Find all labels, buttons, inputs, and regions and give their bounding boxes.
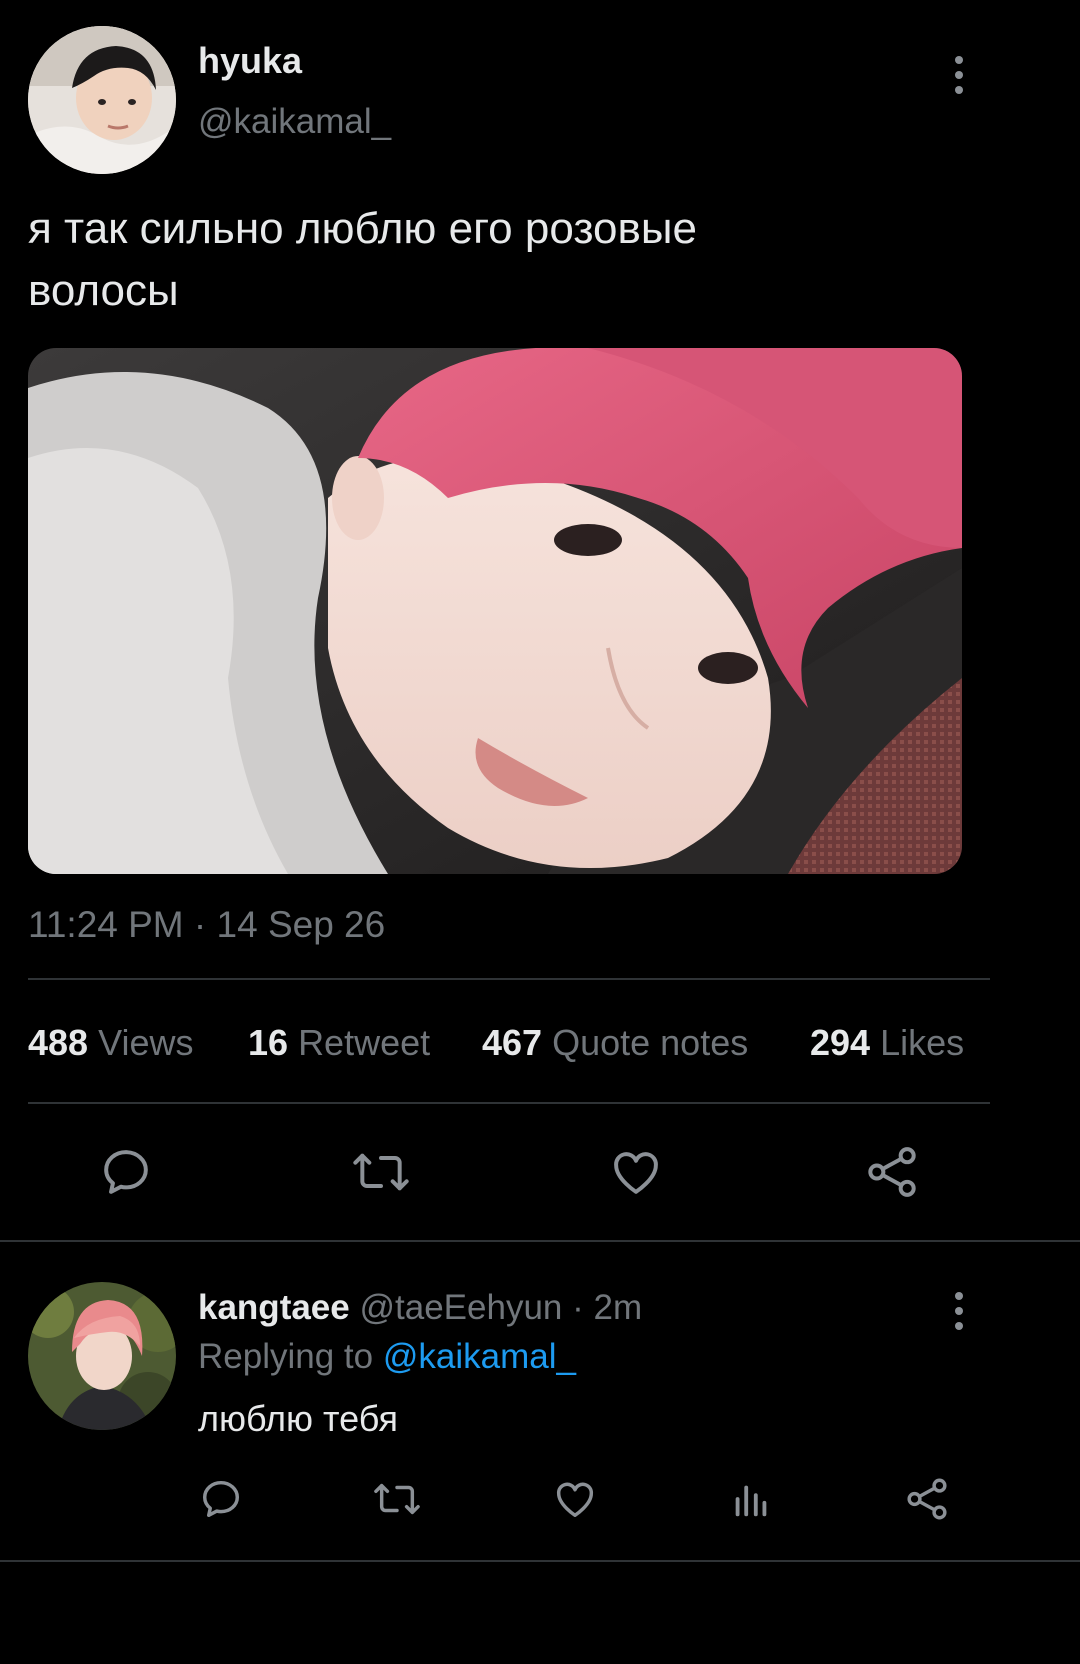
- section-divider: [0, 1240, 1080, 1242]
- share-icon: [907, 1478, 947, 1520]
- reply-share-button[interactable]: [904, 1476, 950, 1522]
- more-vertical-icon[interactable]: [953, 56, 965, 94]
- replying-to: Replying to @kaikamal_: [198, 1337, 576, 1377]
- tweet-timestamp[interactable]: 11:24 PM · 14 Sep 26: [28, 904, 385, 946]
- author-handle[interactable]: @kaikamal_: [198, 102, 391, 142]
- replying-to-label: Replying to: [198, 1337, 374, 1376]
- stat-label: Retweet: [298, 1022, 431, 1063]
- author-avatar-image: [28, 26, 176, 174]
- section-divider: [0, 1560, 1080, 1562]
- reply-time: · 2m: [572, 1288, 643, 1327]
- retweet-button[interactable]: [350, 1144, 412, 1200]
- stat-likes[interactable]: 294 Likes: [810, 1022, 964, 1064]
- reply-text: люблю тебя: [198, 1398, 399, 1439]
- reply-handle[interactable]: @taeEehyun: [359, 1288, 562, 1327]
- reply-display-name[interactable]: kangtaee: [198, 1288, 350, 1327]
- tweet-text-line: я так сильно люблю его розовые: [28, 204, 697, 253]
- portrait-photo: [28, 348, 962, 874]
- retweet-icon: [353, 1153, 409, 1191]
- stat-views[interactable]: 488 Views: [28, 1022, 193, 1064]
- author-display-name[interactable]: hyuka: [198, 40, 302, 82]
- reply-header: kangtaee @taeEehyun · 2m: [198, 1288, 642, 1328]
- reply-icon: [104, 1150, 148, 1194]
- reply-views-button[interactable]: [728, 1476, 774, 1522]
- stat-quotes[interactable]: 467 Quote notes: [482, 1022, 748, 1064]
- like-icon: [556, 1482, 594, 1518]
- share-icon: [868, 1147, 916, 1197]
- stat-label: Views: [98, 1022, 194, 1063]
- tweet-media-photo[interactable]: [28, 348, 962, 874]
- author-avatar[interactable]: [28, 26, 176, 174]
- stat-count: 16: [248, 1022, 289, 1063]
- reply-icon: [202, 1480, 240, 1518]
- share-button[interactable]: [864, 1144, 920, 1200]
- reply-reply-button[interactable]: [198, 1476, 244, 1522]
- reply-avatar-image: [28, 1282, 176, 1430]
- more-vertical-icon[interactable]: [953, 1292, 965, 1330]
- like-icon: [614, 1152, 658, 1194]
- replying-to-handle[interactable]: @kaikamal_: [383, 1337, 576, 1376]
- tweet-text: я так сильно люблю его розовые волосы: [28, 198, 697, 322]
- divider: [28, 978, 990, 980]
- like-button[interactable]: [608, 1144, 664, 1200]
- retweet-icon: [374, 1483, 420, 1515]
- stat-count: 294: [810, 1022, 871, 1063]
- reply-button[interactable]: [98, 1144, 154, 1200]
- stat-label: Likes: [880, 1022, 965, 1063]
- divider: [28, 1102, 990, 1104]
- tweet-text-line: волосы: [28, 266, 179, 315]
- stat-count: 488: [28, 1022, 89, 1063]
- stat-count: 467: [482, 1022, 543, 1063]
- reply-retweet-button[interactable]: [372, 1476, 422, 1522]
- reply-like-button[interactable]: [552, 1476, 598, 1522]
- stat-retweets[interactable]: 16 Retweet: [248, 1022, 430, 1064]
- stat-label: Quote notes: [552, 1022, 749, 1063]
- reply-author-avatar[interactable]: [28, 1282, 176, 1430]
- views-icon: [735, 1485, 767, 1517]
